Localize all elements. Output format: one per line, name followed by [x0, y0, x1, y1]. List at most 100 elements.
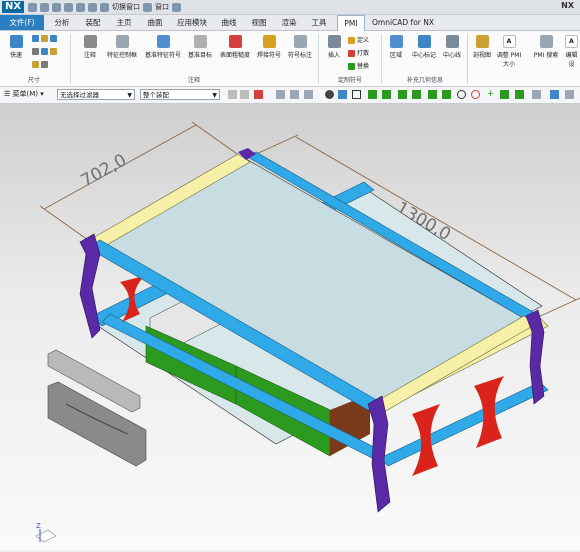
center-line-button[interactable]: 中心线 — [441, 35, 463, 59]
redo-icon[interactable] — [52, 2, 61, 12]
weld-symbol-icon — [262, 35, 276, 48]
scope-select[interactable]: 整个装配 ▼ — [140, 89, 220, 100]
group-divider — [381, 34, 382, 84]
edit-settings-label: 编辑设 — [565, 52, 578, 68]
tab-surface[interactable]: 曲面 — [142, 15, 168, 30]
tab-analysis[interactable]: 分析 — [49, 15, 75, 30]
copy-icon[interactable] — [64, 2, 73, 12]
insert-symbol-icon — [327, 35, 341, 48]
insert-symbol-button[interactable]: 插入 — [324, 35, 344, 59]
tab-assembly[interactable]: 装配 — [80, 15, 106, 30]
graphics-viewport[interactable]: 702,0 1300,0 Z — [0, 104, 580, 550]
tab-home[interactable]: 主页 — [111, 15, 137, 30]
tab-tools[interactable]: 工具 — [306, 15, 332, 30]
selection-option-icon[interactable] — [228, 90, 237, 99]
center-mark-icon — [417, 35, 431, 48]
tab-file[interactable]: 文件(F) — [0, 15, 44, 30]
settings-icon[interactable] — [565, 90, 574, 99]
line-snap-icon[interactable] — [368, 90, 377, 99]
center-mark-label: 中心标记 — [411, 52, 436, 59]
symbol-callout-button[interactable]: 符号标注 — [286, 35, 314, 59]
window-icon[interactable] — [143, 2, 152, 12]
view-icon[interactable] — [532, 90, 541, 99]
type-filter-select[interactable]: 无选择过滤器 ▼ — [57, 89, 135, 100]
window-label[interactable]: 窗口 — [155, 2, 169, 12]
app-name: NX — [561, 1, 574, 10]
angular-dimension-icon[interactable] — [32, 61, 50, 68]
snap-point-icon[interactable] — [352, 90, 361, 99]
chevron-down-icon: ▼ — [127, 92, 132, 99]
dimension-width-label[interactable]: 702,0 — [78, 150, 130, 191]
tab-applications[interactable]: 应用模块 — [172, 15, 212, 30]
tangent-snap-icon[interactable] — [442, 90, 451, 99]
chevron-down-icon: ▼ — [212, 92, 217, 99]
command-icon[interactable] — [88, 2, 97, 12]
pmi-search-button[interactable]: PMI 搜索 — [532, 35, 560, 59]
render-style-icon[interactable] — [325, 90, 334, 99]
note-button[interactable]: 注释 — [80, 35, 100, 59]
center-mark-button[interactable]: 中心标记 — [410, 35, 438, 59]
pmi-search-icon — [539, 35, 553, 48]
ribbon-tab-bar: 文件(F) 分析 装配 主页 曲面 应用模块 曲线 视图 渲染 工具 PMI O… — [0, 15, 580, 31]
explode-symbol-button[interactable]: 打散 — [348, 48, 369, 57]
undo-icon[interactable] — [40, 2, 49, 12]
define-symbol-button[interactable]: 定义 — [348, 35, 369, 44]
menu-label: 菜单(M) — [12, 90, 39, 98]
arc-snap-icon[interactable] — [471, 90, 480, 99]
section-view-button[interactable]: 剖视图 — [470, 35, 494, 59]
work-layer-icon[interactable] — [550, 90, 559, 99]
zoom-box-icon[interactable] — [304, 90, 313, 99]
adjust-pmi-label: 调整 PMI — [496, 52, 522, 59]
region-label: 区域 — [389, 52, 402, 59]
triad-z-label: Z — [36, 522, 41, 530]
rotate-icon[interactable] — [276, 90, 285, 99]
symbol-callout-label: 符号标注 — [287, 52, 312, 59]
surface-finish-button[interactable]: 表面粗糙度 — [218, 35, 252, 59]
pmi-search-label: PMI 搜索 — [533, 52, 559, 59]
wave-snap-icon[interactable] — [428, 90, 437, 99]
tab-pmi[interactable]: PMI — [337, 15, 365, 31]
adjust-pmi-size-button[interactable]: A 调整 PMI 大小 — [496, 35, 522, 68]
edit-settings-button[interactable]: A 编辑设 — [563, 35, 580, 68]
feature-control-frame-button[interactable]: 特征控制框 — [104, 35, 140, 59]
curve-snap-icon[interactable] — [412, 90, 421, 99]
touch-mode-icon[interactable] — [172, 2, 181, 12]
save-icon[interactable] — [28, 2, 37, 12]
datum-target-icon — [193, 35, 207, 48]
intersect-snap-icon[interactable] — [515, 90, 524, 99]
surface-finish-icon — [228, 35, 242, 48]
pan-icon[interactable] — [290, 90, 299, 99]
type-filter-value: 无选择过滤器 — [60, 91, 99, 99]
line-snap-icon[interactable] — [382, 90, 391, 99]
corner-leg-back-left[interactable] — [79, 233, 101, 339]
tab-view[interactable]: 视图 — [246, 15, 272, 30]
tab-curve[interactable]: 曲线 — [216, 15, 242, 30]
switch-window-label[interactable]: 切换窗口 — [112, 2, 140, 12]
datum-target-label: 基准目标 — [187, 52, 212, 59]
snap-icon[interactable] — [254, 90, 263, 99]
group-custom-label: 定制符号 — [337, 77, 362, 84]
plus-icon[interactable]: + — [486, 90, 495, 99]
menu-button[interactable]: ☰ 菜单(M) ▾ — [4, 89, 44, 99]
datum-feature-symbol-button[interactable]: 基准特征符号 — [143, 35, 183, 59]
coordinate-triad: Z — [35, 522, 57, 543]
point-snap-icon[interactable] — [500, 90, 509, 99]
replace-symbol-button[interactable]: 替换 — [348, 61, 369, 70]
weld-symbol-button[interactable]: 焊接符号 — [255, 35, 283, 59]
tab-render[interactable]: 渲染 — [276, 15, 302, 30]
curve-snap-icon[interactable] — [398, 90, 407, 99]
linear-dimension-icon[interactable] — [32, 35, 59, 42]
shaded-cube-icon[interactable] — [338, 90, 347, 99]
selection-toolbar: ☰ 菜单(M) ▾ 无选择过滤器 ▼ 整个装配 ▼ + — [0, 87, 580, 104]
center-snap-icon[interactable] — [457, 90, 466, 99]
selection-option-icon[interactable] — [240, 90, 249, 99]
weld-symbol-label: 焊接符号 — [256, 52, 281, 59]
region-button[interactable]: 区域 — [386, 35, 406, 59]
tab-omnicad[interactable]: OmniCAD for NX — [368, 15, 438, 30]
scope-value: 整个装配 — [143, 91, 169, 99]
quick-dimension-button[interactable]: 快速 — [4, 35, 28, 59]
datum-target-button[interactable]: 基准目标 — [186, 35, 214, 59]
paste-icon[interactable] — [76, 2, 85, 12]
radial-dimension-icon[interactable] — [32, 48, 59, 55]
switch-window-icon[interactable] — [100, 2, 109, 12]
